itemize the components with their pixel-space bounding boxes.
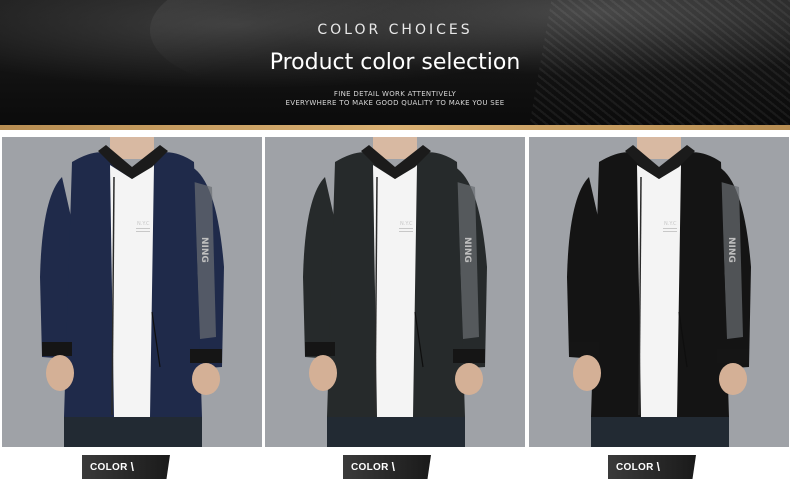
left-hand bbox=[309, 355, 337, 391]
chest-print-bar bbox=[663, 231, 677, 232]
chest-print-bar bbox=[136, 231, 150, 232]
jeans bbox=[327, 417, 465, 447]
slash-icon: \ bbox=[656, 460, 660, 474]
model-illustration: N.Y.C NING bbox=[265, 137, 525, 447]
product-photo-navy[interactable]: N.Y.C NING bbox=[2, 137, 262, 447]
header-banner: COLOR CHOICES Product color selection FI… bbox=[0, 0, 790, 125]
left-hand bbox=[46, 355, 74, 391]
tshirt bbox=[637, 165, 681, 417]
left-hand bbox=[573, 355, 601, 391]
color-tag-label: COLOR bbox=[351, 461, 389, 473]
color-tag-1[interactable]: COLOR \ bbox=[82, 455, 170, 479]
chest-print: N.Y.C bbox=[400, 221, 413, 227]
product-photo-dark-gray[interactable]: N.Y.C NING bbox=[265, 137, 525, 447]
cuff bbox=[42, 342, 72, 356]
cuff bbox=[717, 349, 749, 363]
sleeve-print: NING bbox=[726, 237, 736, 263]
slash-icon: \ bbox=[391, 460, 395, 474]
chest-print-bar bbox=[399, 228, 413, 229]
sleeve-print: NING bbox=[199, 237, 209, 263]
chest-print: N.Y.C bbox=[137, 221, 150, 227]
right-hand bbox=[719, 363, 747, 395]
gold-divider bbox=[0, 125, 790, 130]
cuff bbox=[190, 349, 222, 363]
color-tag-3[interactable]: COLOR \ bbox=[608, 455, 696, 479]
color-tag-label: COLOR bbox=[616, 461, 654, 473]
model-illustration: N.Y.C NING bbox=[2, 137, 262, 447]
right-hand bbox=[455, 363, 483, 395]
model-illustration: N.Y.C NING bbox=[529, 137, 789, 447]
chest-print-bar bbox=[663, 228, 677, 229]
jeans bbox=[64, 417, 202, 447]
section-title: Product color selection bbox=[269, 50, 521, 75]
chest-print-bar bbox=[399, 231, 413, 232]
color-tag-2[interactable]: COLOR \ bbox=[343, 455, 431, 479]
tagline-line-2: EVERYWHERE TO MAKE GOOD QUALITY TO MAKE … bbox=[285, 99, 505, 107]
product-photo-black[interactable]: N.Y.C NING bbox=[529, 137, 789, 447]
slash-icon: \ bbox=[130, 460, 134, 474]
cuff bbox=[569, 342, 599, 356]
jeans bbox=[591, 417, 729, 447]
tshirt bbox=[110, 165, 154, 417]
right-hand bbox=[192, 363, 220, 395]
cuff bbox=[305, 342, 335, 356]
chest-print: N.Y.C bbox=[664, 221, 677, 227]
sleeve-print: NING bbox=[462, 237, 472, 263]
color-tag-label: COLOR bbox=[90, 461, 128, 473]
chest-print-bar bbox=[136, 228, 150, 229]
cuff bbox=[453, 349, 485, 363]
section-kicker: COLOR CHOICES bbox=[317, 22, 473, 38]
tagline-line-1: FINE DETAIL WORK ATTENTIVELY bbox=[333, 90, 457, 98]
tshirt bbox=[373, 165, 417, 417]
